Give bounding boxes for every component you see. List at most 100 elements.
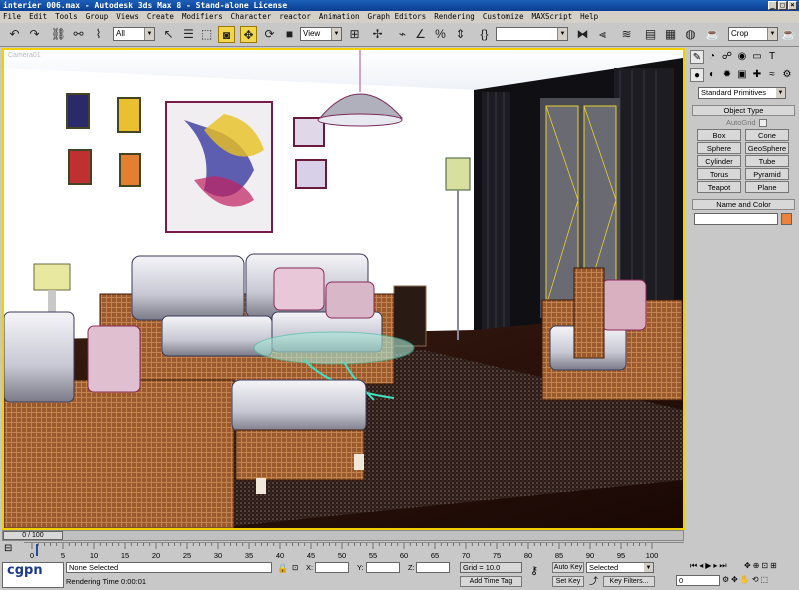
redo-icon[interactable]: ↷ — [26, 26, 43, 43]
primitive-category-dropdown[interactable]: Standard Primitives ▼ — [698, 87, 786, 99]
window-crossing-icon[interactable]: ◙ — [218, 26, 235, 43]
rotate-icon[interactable]: ⟳ — [261, 26, 278, 43]
pan-icon[interactable]: ✋ — [740, 575, 750, 584]
modify-tab-icon[interactable]: ◔ — [705, 50, 719, 64]
absolute-mode-icon[interactable]: ⊡ — [292, 563, 298, 573]
menu-views[interactable]: Views — [116, 11, 139, 23]
key-mode-dropdown[interactable]: Selected ▼ — [586, 562, 654, 573]
cameras-icon[interactable]: ▣ — [735, 68, 749, 82]
utilities-tab-icon[interactable]: T — [765, 50, 779, 64]
render-scene-icon[interactable]: ☕ — [704, 26, 721, 43]
maxscript-listener[interactable]: cgpn — [2, 562, 64, 588]
zoom-icon[interactable]: ✥ — [744, 561, 751, 570]
plane-button[interactable]: Plane — [745, 181, 789, 193]
key-icon[interactable]: ⚷ — [530, 566, 538, 577]
menu-reactor[interactable]: reactor — [279, 11, 311, 23]
lights-icon[interactable]: ✹ — [720, 68, 734, 82]
cylinder-button[interactable]: Cylinder — [697, 155, 741, 167]
time-slider-track[interactable]: 0 / 100 — [2, 530, 684, 541]
move-icon[interactable]: ✥ — [240, 26, 257, 43]
menu-group[interactable]: Group — [86, 11, 109, 23]
select-object-icon[interactable]: ↖ — [160, 26, 177, 43]
go-to-end-icon[interactable]: ⏭ — [719, 561, 726, 571]
x-coordinate-field[interactable] — [315, 562, 349, 573]
geometry-icon[interactable]: ● — [690, 68, 704, 82]
curve-editor-icon[interactable]: ▤ — [642, 26, 659, 43]
layer-manager-icon[interactable]: ≋ — [618, 26, 635, 43]
play-icon[interactable]: ▶ — [705, 561, 711, 571]
hierarchy-tab-icon[interactable]: ☍ — [720, 50, 734, 64]
menu-help[interactable]: Help — [580, 11, 598, 23]
align-icon[interactable]: ⫷ — [594, 26, 611, 43]
box-button[interactable]: Box — [697, 129, 741, 141]
systems-icon[interactable]: ⚙ — [780, 68, 794, 82]
material-editor-icon[interactable]: ◍ — [682, 26, 699, 43]
set-key-button[interactable]: Set Key — [552, 576, 584, 587]
object-type-rollout[interactable]: Object Type — [692, 105, 795, 116]
menu-graph-editors[interactable]: Graph Editors — [367, 11, 426, 23]
go-to-start-icon[interactable]: ⏮ — [690, 561, 697, 571]
menu-animation[interactable]: Animation — [319, 11, 360, 23]
zoom-all-icon[interactable]: ⊕ — [753, 561, 760, 570]
lock-selection-icon[interactable]: 🔒 — [277, 563, 288, 573]
current-frame-field[interactable]: 0 — [676, 575, 720, 586]
zoom-extents-all-icon[interactable]: ⊞ — [770, 561, 777, 570]
object-name-field[interactable] — [694, 213, 778, 225]
snap-toggle-icon[interactable]: ⌁ — [394, 26, 411, 43]
previous-frame-icon[interactable]: ◂ — [699, 561, 703, 571]
field-of-view-icon[interactable]: ✥ — [731, 575, 738, 584]
menu-file[interactable]: File — [3, 11, 21, 23]
camera-viewport[interactable]: Camera01 — [2, 48, 685, 530]
menu-create[interactable]: Create — [147, 11, 174, 23]
y-coordinate-field[interactable] — [366, 562, 400, 573]
angle-snap-icon[interactable]: ∠ — [412, 26, 429, 43]
object-color-swatch[interactable] — [781, 213, 792, 225]
pivot-center-icon[interactable]: ⊞ — [346, 26, 363, 43]
selection-filter-dropdown[interactable]: All ▼ — [113, 27, 155, 41]
next-frame-icon[interactable]: ▸ — [713, 561, 717, 571]
named-selection-icon[interactable]: {} — [476, 26, 493, 43]
quick-render-icon[interactable]: ☕ — [780, 26, 797, 43]
cone-button[interactable]: Cone — [745, 129, 789, 141]
minimize-button[interactable]: _ — [768, 1, 777, 10]
time-slider-thumb[interactable]: 0 / 100 — [3, 531, 63, 540]
time-config-icon[interactable]: ⚙ — [722, 575, 729, 584]
menu-edit[interactable]: Edit — [29, 11, 47, 23]
spinner-snap-icon[interactable]: ⇕ — [452, 26, 469, 43]
name-and-color-rollout[interactable]: Name and Color — [692, 199, 795, 210]
mirror-icon[interactable]: ⧓ — [574, 26, 591, 43]
select-by-name-icon[interactable]: ☰ — [180, 26, 197, 43]
motion-tab-icon[interactable]: ◉ — [735, 50, 749, 64]
undo-icon[interactable]: ↶ — [6, 26, 23, 43]
torus-button[interactable]: Torus — [697, 168, 741, 180]
key-filters-button[interactable]: Key Filters... — [603, 576, 655, 587]
track-bar[interactable]: 0 5 10 15 20 25 30 35 40 45 50 55 60 65 70 75 80 85 90 95 10… — [24, 542, 684, 560]
menu-maxscript[interactable]: MAXScript — [531, 11, 572, 23]
select-link-icon[interactable]: ⛓ — [50, 26, 67, 43]
pyramid-button[interactable]: Pyramid — [745, 168, 789, 180]
rectangular-selection-icon[interactable]: ⬚ — [198, 26, 215, 43]
add-time-tag-button[interactable]: Add Time Tag — [460, 576, 522, 587]
menu-character[interactable]: Character — [231, 11, 272, 23]
display-tab-icon[interactable]: ▭ — [750, 50, 764, 64]
sphere-button[interactable]: Sphere — [697, 142, 741, 154]
tube-button[interactable]: Tube — [745, 155, 789, 167]
scale-icon[interactable]: ■ — [281, 26, 298, 43]
default-tangent-icon[interactable]: ⤴ — [589, 576, 598, 586]
manipulate-icon[interactable]: ✢ — [369, 26, 386, 43]
menu-rendering[interactable]: Rendering — [434, 11, 475, 23]
auto-key-button[interactable]: Auto Key — [552, 562, 584, 573]
unlink-icon[interactable]: ⚯ — [70, 26, 87, 43]
helpers-icon[interactable]: ✚ — [750, 68, 764, 82]
zoom-extents-icon[interactable]: ⊡ — [761, 561, 768, 570]
autogrid-checkbox[interactable] — [758, 118, 767, 127]
create-tab-icon[interactable]: ✎ — [690, 50, 704, 64]
percent-snap-icon[interactable]: % — [432, 26, 449, 43]
shapes-icon[interactable]: ◐ — [705, 68, 719, 82]
geosphere-button[interactable]: GeoSphere — [745, 142, 789, 154]
menu-tools[interactable]: Tools — [55, 11, 78, 23]
render-type-dropdown[interactable]: Crop ▼ — [728, 27, 778, 41]
orbit-icon[interactable]: ⟲ — [752, 575, 759, 584]
close-button[interactable]: × — [788, 1, 797, 10]
teapot-button[interactable]: Teapot — [697, 181, 741, 193]
